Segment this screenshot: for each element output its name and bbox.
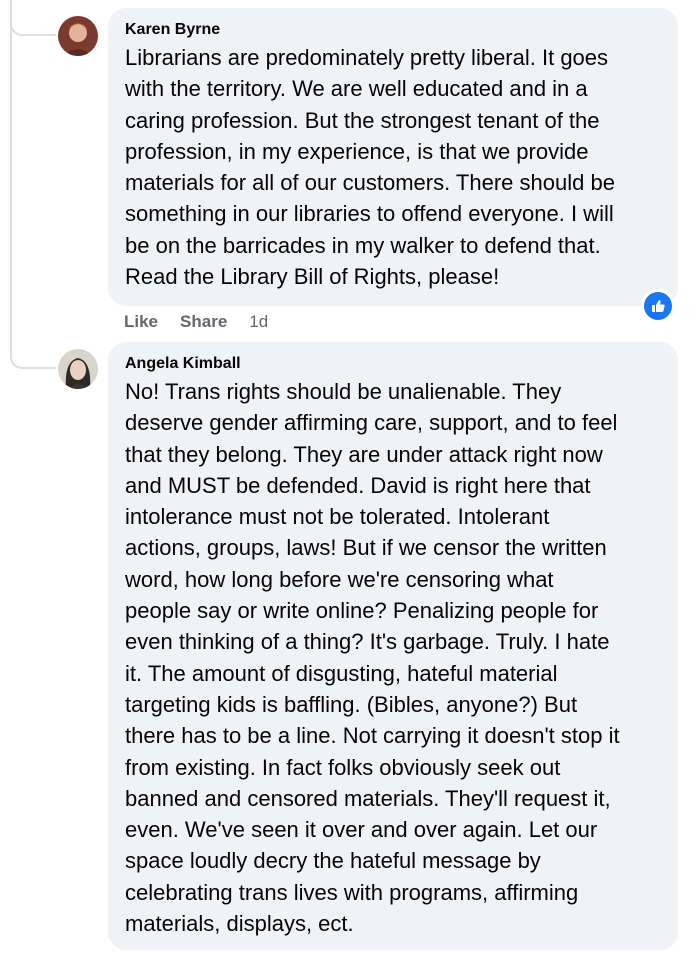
avatar[interactable] (58, 349, 98, 389)
comment-bubble: Karen Byrne Librarians are predominately… (108, 8, 678, 306)
thread-branch-1 (10, 12, 56, 36)
avatar[interactable] (58, 16, 98, 56)
share-link[interactable]: Share (180, 312, 227, 332)
comment-author[interactable]: Karen Byrne (125, 20, 662, 40)
like-link[interactable]: Like (124, 312, 158, 332)
comment-text: No! Trans rights should be unalienable. … (125, 379, 620, 937)
comment-author[interactable]: Angela Kimball (125, 354, 662, 374)
thread-branch-2 (10, 345, 56, 369)
timestamp[interactable]: 1d (249, 312, 268, 332)
like-thumb-icon[interactable] (641, 289, 675, 323)
comment-bubble: Angela Kimball No! Trans rights should b… (108, 342, 678, 950)
thread-line (10, 0, 12, 355)
comment-text: Librarians are predominately pretty libe… (125, 45, 615, 290)
comment-actions: Like Share 1d (124, 312, 268, 332)
